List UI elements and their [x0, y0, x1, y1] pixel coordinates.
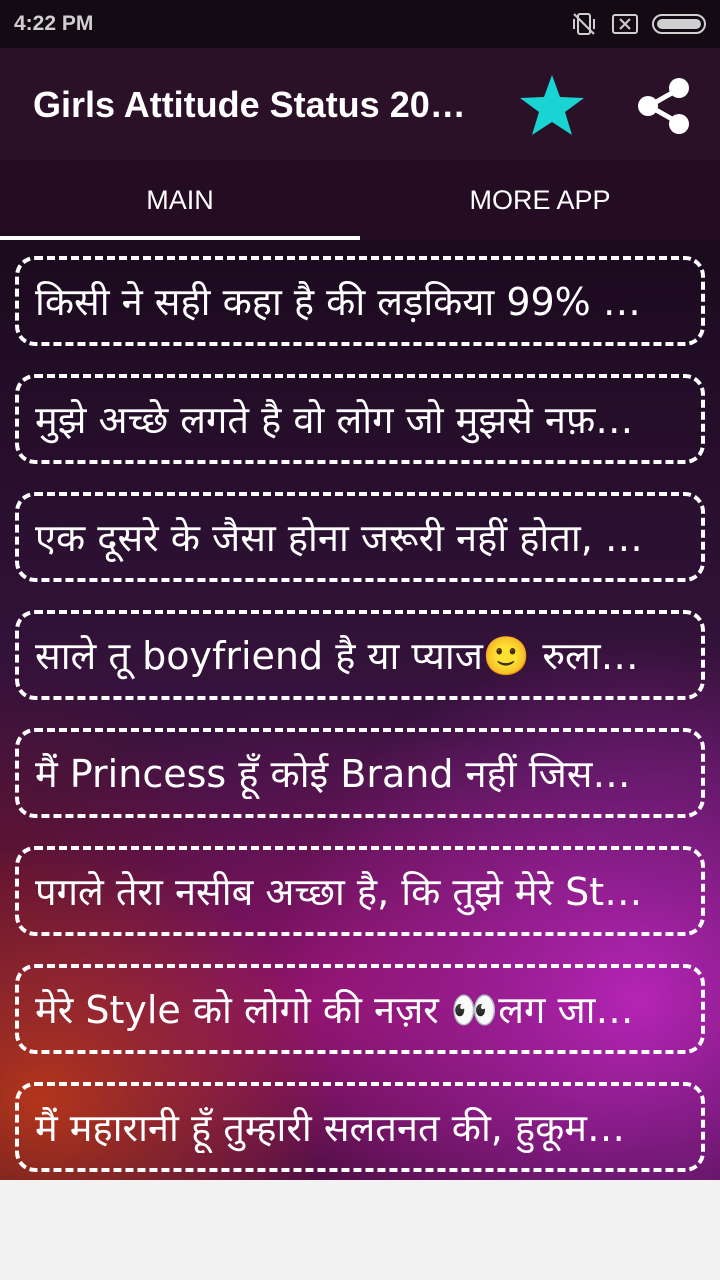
- bottom-area: [0, 1180, 720, 1280]
- app-bar: Girls Attitude Status 20…: [0, 48, 720, 160]
- status-text: एक दूसरे के जैसा होना जरूरी नहीं होता, …: [35, 516, 643, 560]
- vibrate-off-icon: [570, 10, 598, 38]
- status-card[interactable]: मैं महारानी हूँ तुम्हारी सलतनत की, हुकूम…: [15, 1082, 705, 1172]
- tab-main[interactable]: MAIN: [0, 160, 360, 240]
- app-title: Girls Attitude Status 20…: [33, 84, 466, 125]
- share-button[interactable]: [634, 76, 694, 136]
- status-icons: [570, 10, 706, 38]
- status-card[interactable]: मैं Princess हूँ कोई Brand नहीं जिस…: [15, 728, 705, 818]
- share-icon: [638, 78, 689, 134]
- status-card[interactable]: एक दूसरे के जैसा होना जरूरी नहीं होता, …: [15, 492, 705, 582]
- status-card[interactable]: मुझे अच्छे लगते है वो लोग जो मुझसे नफ़…: [15, 374, 705, 464]
- status-list: किसी ने सही कहा है की लड़किया 99% … मुझे…: [0, 240, 720, 1180]
- status-text: मेरे Style को लोगो की नज़र 👀लग जा…: [35, 988, 634, 1032]
- status-text: किसी ने सही कहा है की लड़किया 99% …: [35, 280, 641, 324]
- sim-x-icon: [612, 13, 638, 35]
- status-card[interactable]: मेरे Style को लोगो की नज़र 👀लग जा…: [15, 964, 705, 1054]
- status-bar: 4:22 PM: [0, 0, 720, 48]
- battery-icon: [652, 13, 706, 35]
- status-text: मैं Princess हूँ कोई Brand नहीं जिस…: [35, 752, 631, 796]
- status-card[interactable]: साले तू boyfriend है या प्याज🙂 रुला…: [15, 610, 705, 700]
- star-icon: [520, 75, 584, 135]
- status-card[interactable]: किसी ने सही कहा है की लड़किया 99% …: [15, 256, 705, 346]
- tab-bar: MAIN MORE APP: [0, 160, 720, 240]
- status-text: मुझे अच्छे लगते है वो लोग जो मुझसे नफ़…: [35, 398, 634, 442]
- status-text: मैं महारानी हूँ तुम्हारी सलतनत की, हुकूम…: [35, 1106, 626, 1150]
- status-card[interactable]: पगले तेरा नसीब अच्छा है, कि तुझे मेरे St…: [15, 846, 705, 936]
- status-text: साले तू boyfriend है या प्याज🙂 रुला…: [35, 634, 639, 678]
- favorite-button[interactable]: [518, 72, 586, 138]
- status-text: पगले तेरा नसीब अच्छा है, कि तुझे मेरे St…: [35, 870, 643, 914]
- tab-more-app[interactable]: MORE APP: [360, 160, 720, 240]
- status-time: 4:22 PM: [14, 12, 94, 35]
